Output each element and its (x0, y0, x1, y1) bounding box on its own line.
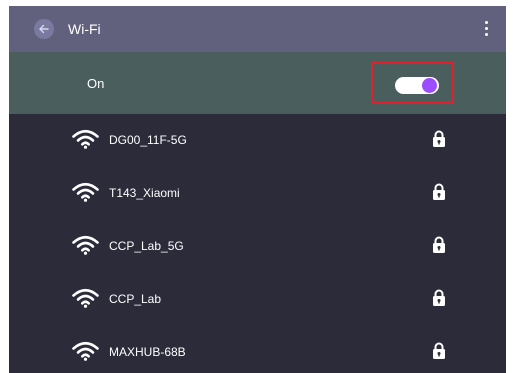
wifi-signal-icon (72, 182, 99, 202)
more-vertical-icon (485, 21, 488, 24)
wifi-signal-icon (72, 235, 99, 255)
wifi-signal-icon (72, 129, 99, 149)
network-list-item[interactable]: CCP_Lab (9, 273, 506, 326)
network-list-item[interactable]: MAXHUB-68B (9, 326, 506, 373)
wifi-signal-icon (72, 341, 99, 361)
wifi-toggle-row[interactable]: On (9, 52, 506, 114)
network-name: MAXHUB-68B (109, 345, 186, 359)
network-list-item[interactable]: T143_Xiaomi (9, 167, 506, 220)
network-name: CCP_Lab_5G (109, 239, 184, 253)
lock-icon (433, 342, 445, 359)
back-button[interactable] (34, 19, 54, 39)
screenshot-page: Wi-Fi On DG00_11F-5G T143_Xiaomi CCP_Lab… (0, 0, 515, 373)
more-vertical-icon-dot (485, 27, 488, 30)
wifi-toggle-switch[interactable] (395, 77, 439, 94)
lock-icon (433, 289, 445, 306)
network-name: DG00_11F-5G (109, 133, 187, 147)
network-list: DG00_11F-5G T143_Xiaomi CCP_Lab_5G CCP_L… (9, 114, 506, 373)
lock-icon (433, 183, 445, 200)
lock-icon (433, 130, 445, 147)
network-list-item[interactable]: DG00_11F-5G (9, 114, 506, 167)
lock-icon (433, 236, 445, 253)
wifi-signal-icon (72, 288, 99, 308)
arrow-left-icon (39, 24, 49, 34)
network-name: CCP_Lab (109, 292, 162, 306)
page-title: Wi-Fi (68, 21, 101, 37)
more-vertical-icon-dot (485, 33, 488, 36)
more-options-button[interactable] (477, 18, 497, 40)
wifi-state-label: On (87, 76, 105, 91)
network-list-item[interactable]: CCP_Lab_5G (9, 220, 506, 273)
network-name: T143_Xiaomi (109, 186, 180, 200)
switch-knob (422, 78, 437, 93)
wifi-settings-panel: Wi-Fi On DG00_11F-5G T143_Xiaomi CCP_Lab… (9, 6, 506, 373)
app-bar: Wi-Fi (9, 6, 506, 52)
